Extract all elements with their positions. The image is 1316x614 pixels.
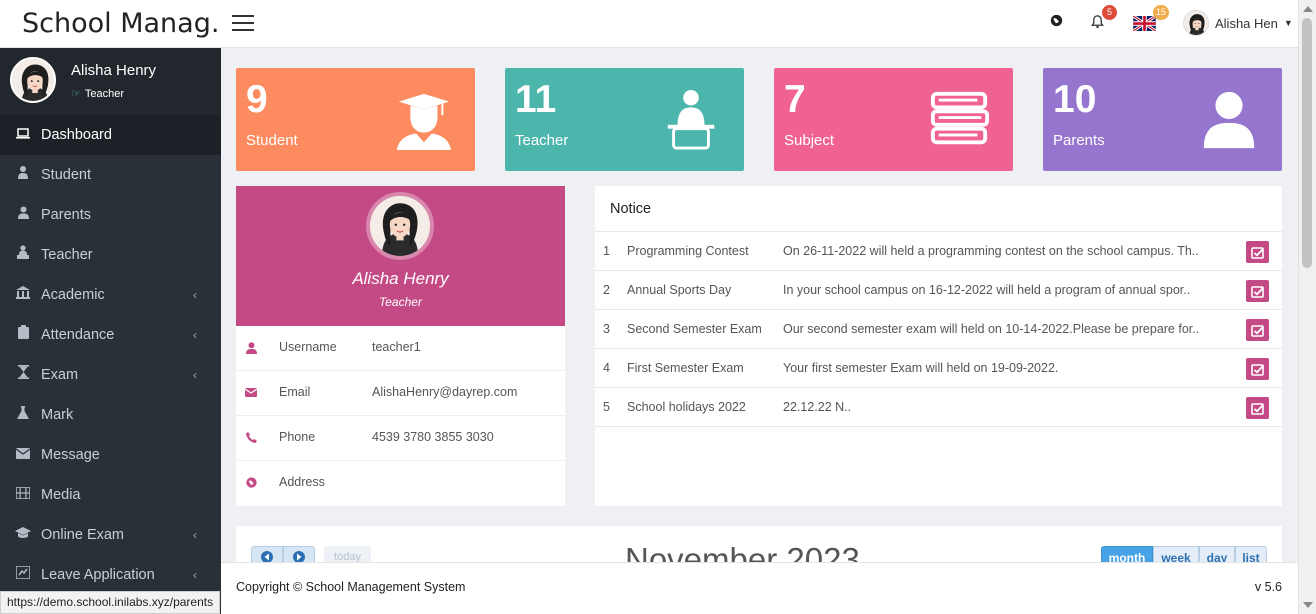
view-notice-button[interactable] xyxy=(1246,241,1269,263)
scroll-thumb[interactable] xyxy=(1302,18,1312,268)
flask-icon xyxy=(15,395,31,435)
sidebar-item-student[interactable]: Student xyxy=(0,155,221,195)
calendar-panel: today November 2023 month week day list xyxy=(236,526,1282,566)
language-badge: 15 xyxy=(1153,5,1170,20)
profile-role: Teacher xyxy=(379,295,422,309)
stat-count: 11 xyxy=(515,78,557,121)
sidebar-user-panel: Alisha Henry ☞ Teacher xyxy=(0,48,221,115)
chevron-left-icon: ‹ xyxy=(193,328,197,342)
footer-copyright: Copyright © School Management System xyxy=(236,580,466,594)
globe-icon[interactable] xyxy=(1050,14,1063,30)
books-icon xyxy=(930,91,990,145)
sidebar-item-mark[interactable]: Mark xyxy=(0,395,221,435)
stat-count: 10 xyxy=(1053,78,1097,121)
sidebar-item-message[interactable]: Message xyxy=(0,435,221,475)
hourglass-icon xyxy=(15,355,31,395)
stat-count: 9 xyxy=(246,78,268,121)
view-notice-button[interactable] xyxy=(1246,358,1269,380)
chevron-left-icon: ‹ xyxy=(193,568,197,582)
stat-card-student[interactable]: 9 Student xyxy=(236,68,475,171)
view-notice-button[interactable] xyxy=(1246,319,1269,341)
table-row: 2 Annual Sports Day In your school campu… xyxy=(595,271,1282,310)
building-icon xyxy=(15,275,31,315)
table-row: 5 School holidays 2022 22.12.22 N.. xyxy=(595,388,1282,427)
chevron-left-icon: ‹ xyxy=(193,528,197,542)
laptop-icon xyxy=(15,115,31,155)
sidebar-item-attendance[interactable]: Attendance ‹ xyxy=(0,315,221,355)
table-row: 1 Programming Contest On 26-11-2022 will… xyxy=(595,232,1282,271)
stat-card-subject[interactable]: 7 Subject xyxy=(774,68,1013,171)
hand-point-icon: ☞ xyxy=(71,88,81,100)
stat-label: Parents xyxy=(1053,132,1105,149)
stat-label: Teacher xyxy=(515,132,569,149)
avatar xyxy=(366,192,434,260)
menu-toggle-icon[interactable] xyxy=(232,15,254,31)
graduate-icon xyxy=(396,93,452,150)
sidebar-item-parents[interactable]: Parents xyxy=(0,195,221,235)
status-bar-url: https://demo.school.inilabs.xyz/parents xyxy=(0,591,221,614)
envelope-icon xyxy=(15,435,31,475)
leave-icon xyxy=(15,555,31,595)
film-icon xyxy=(15,475,31,515)
table-row: 4 First Semester Exam Your first semeste… xyxy=(595,349,1282,388)
scroll-down-arrow-icon[interactable] xyxy=(1303,602,1313,608)
scroll-up-arrow-icon[interactable] xyxy=(1303,6,1313,12)
table-row: 3 Second Semester Exam Our second semest… xyxy=(595,310,1282,349)
view-notice-button[interactable] xyxy=(1246,397,1269,419)
user-menu-name: Alisha Hen xyxy=(1215,15,1278,31)
clipboard-icon xyxy=(15,315,31,355)
notification-badge: 5 xyxy=(1102,5,1117,20)
sidebar-user-name: Alisha Henry xyxy=(71,62,157,79)
page-scrollbar[interactable] xyxy=(1298,0,1316,614)
top-header: School Manag.. 5 15 Alisha Hen ▼ xyxy=(0,0,1316,48)
sidebar-item-dashboard[interactable]: Dashboard xyxy=(0,115,221,155)
chevron-left-icon: ‹ xyxy=(193,288,197,302)
profile-header: Alisha Henry Teacher xyxy=(236,186,565,326)
phone-icon xyxy=(244,416,258,459)
teacher-desk-icon xyxy=(667,89,715,150)
user-icon xyxy=(244,326,258,369)
avatar xyxy=(1183,10,1209,36)
sidebar-item-teacher[interactable]: Teacher xyxy=(0,235,221,275)
stat-label: Student xyxy=(246,132,298,149)
sidebar-item-media[interactable]: Media xyxy=(0,475,221,515)
app-brand[interactable]: School Manag.. xyxy=(0,0,221,48)
user-icon xyxy=(15,195,31,235)
view-notice-button[interactable] xyxy=(1246,280,1269,302)
profile-name: Alisha Henry xyxy=(352,269,449,288)
graduation-cap-icon xyxy=(15,515,31,555)
student-icon xyxy=(15,155,31,195)
uk-flag-icon[interactable] xyxy=(1132,14,1157,34)
profile-row-email: Email AlishaHenry@dayrep.com xyxy=(236,371,565,416)
profile-row-address: Address xyxy=(236,461,565,506)
sidebar-item-online-exam[interactable]: Online Exam ‹ xyxy=(0,515,221,555)
stat-label: Subject xyxy=(784,132,835,149)
teacher-icon xyxy=(15,235,31,275)
sidebar-item-exam[interactable]: Exam ‹ xyxy=(0,355,221,395)
avatar xyxy=(10,57,56,103)
chevron-left-icon: ‹ xyxy=(193,368,197,382)
notice-title: Notice xyxy=(595,186,1282,232)
stat-card-parents[interactable]: 10 Parents xyxy=(1043,68,1282,171)
stat-count: 7 xyxy=(784,78,806,121)
user-icon xyxy=(1203,91,1255,149)
profile-row-phone: Phone 4539 3780 3855 3030 xyxy=(236,416,565,461)
profile-card: Alisha Henry Teacher Username teacher1 E… xyxy=(236,186,565,506)
sidebar-user-role: Teacher xyxy=(84,88,125,100)
sidebar-item-leave-application[interactable]: Leave Application ‹ xyxy=(0,555,221,595)
globe-icon xyxy=(244,461,258,504)
caret-down-icon: ▼ xyxy=(1283,18,1293,28)
profile-row-username: Username teacher1 xyxy=(236,326,565,371)
stat-card-teacher[interactable]: 11 Teacher xyxy=(505,68,744,171)
user-menu[interactable]: Alisha Hen ▼ xyxy=(1183,9,1293,37)
sidebar-item-academic[interactable]: Academic ‹ xyxy=(0,275,221,315)
envelope-icon xyxy=(244,371,258,414)
sidebar: Alisha Henry ☞ Teacher Dashboard Student … xyxy=(0,48,221,614)
footer: Copyright © School Management System v 5… xyxy=(221,562,1298,614)
notice-panel: Notice 1 Programming Contest On 26-11-20… xyxy=(595,186,1282,506)
footer-version: v 5.6 xyxy=(1254,580,1282,594)
